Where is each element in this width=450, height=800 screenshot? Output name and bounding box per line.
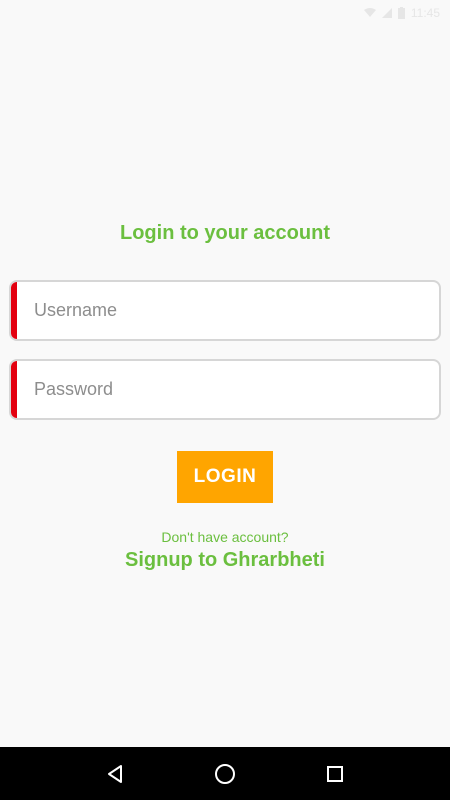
recents-button[interactable] [315,754,355,794]
home-button[interactable] [205,754,245,794]
home-icon [215,763,235,784]
signup-hint: Don't have account? [161,529,289,545]
status-time: 11:45 [410,6,440,20]
wifi-icon [363,8,376,18]
back-button[interactable] [95,754,135,794]
battery-icon [397,7,405,19]
login-button[interactable]: LOGIN [177,451,273,503]
back-icon [108,764,122,783]
username-field[interactable] [9,280,441,341]
signup-link[interactable]: Signup to Ghrarbheti [0,549,450,572]
page-title: Login to your account [120,222,330,244]
status-bar: 11:45 [0,0,450,26]
username-input[interactable] [11,282,439,339]
password-input[interactable] [11,361,439,418]
recents-icon [327,765,343,782]
signal-icon [381,8,392,18]
navigation-bar [0,747,450,800]
password-field[interactable] [9,359,441,420]
